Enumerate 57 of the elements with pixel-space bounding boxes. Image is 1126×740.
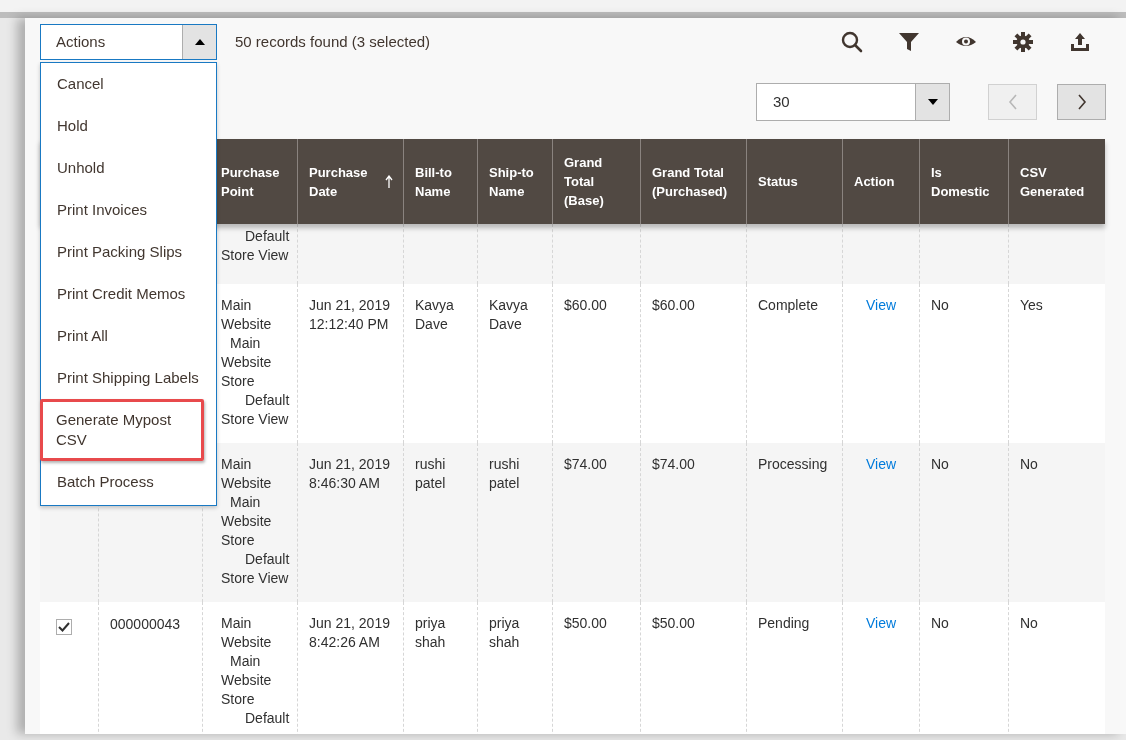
table-cell: Yes [1020,297,1043,313]
table-cell: Jun 21, 2019 8:42:26 AM [309,615,390,650]
table-cell: priya shah [489,615,520,650]
chevron-left-icon [1007,94,1018,110]
table-cell: Pending [758,615,810,631]
store-name: Main Website Store [221,493,273,550]
table-cell: Jun 21, 2019 8:46:30 AM [309,456,390,491]
view-link[interactable]: View [866,297,897,313]
store-view: Default Store View [221,550,291,588]
store-website: Main Website [221,455,273,493]
table-cell: No [931,456,949,472]
menu-item[interactable]: Print Packing Slips [41,231,216,273]
menu-item[interactable]: Cancel [41,63,216,105]
table-cell: $50.00 [564,615,607,631]
table-cell: priya shah [415,615,446,650]
per-page-select[interactable]: 30 [756,83,950,121]
settings-icon[interactable] [1012,31,1034,53]
table-cell: No [931,615,949,631]
table-cell: No [931,297,949,313]
table-cell: No [1020,456,1038,472]
table-cell: $60.00 [652,297,695,313]
table-cell: Kavya Dave [489,297,528,332]
menu-item[interactable]: Print Credit Memos [41,273,216,315]
menu-item[interactable]: Batch Process [41,461,216,503]
filter-icon[interactable] [898,31,920,53]
table-cell: $50.00 [652,615,695,631]
table-cell: $74.00 [652,456,695,472]
store-view: Default Store View [221,227,291,265]
records-count: 50 records found (3 selected) [235,31,431,52]
actions-dropdown[interactable]: Actions [40,24,217,60]
table-cell: Jun 21, 2019 12:12:40 PM [309,297,390,332]
caret-down-icon [927,99,938,105]
view-link[interactable]: View [866,615,897,631]
table-cell: No [1020,615,1038,631]
caret-up-icon [194,39,205,45]
menu-item[interactable]: Generate Mypost CSV [40,399,204,461]
search-icon[interactable] [841,31,863,53]
table-cell: $74.00 [564,456,607,472]
table-cell: Processing [758,456,828,472]
table-cell: rushi patel [489,456,520,491]
menu-item[interactable]: Print Shipping Labels [41,357,216,399]
table-cell: rushi patel [415,456,446,491]
menu-item[interactable]: Print All [41,315,216,357]
upload-icon[interactable] [1069,31,1091,53]
row-checkbox[interactable] [56,619,72,635]
store-name: Main Website Store [221,334,273,391]
order-id: 000000043 [110,616,181,632]
store-website: Main Website [221,614,273,652]
store-view: Default Store View [221,391,291,429]
chevron-right-icon [1076,94,1087,110]
store-view: Default [244,709,291,728]
store-name: Main Website Store [221,652,273,709]
table-cell: Complete [758,297,818,313]
view-link[interactable]: View [866,456,897,472]
table-cell: Kavya Dave [415,297,454,332]
table-cell: $60.00 [564,297,607,313]
store-website: Main Website [221,296,273,334]
